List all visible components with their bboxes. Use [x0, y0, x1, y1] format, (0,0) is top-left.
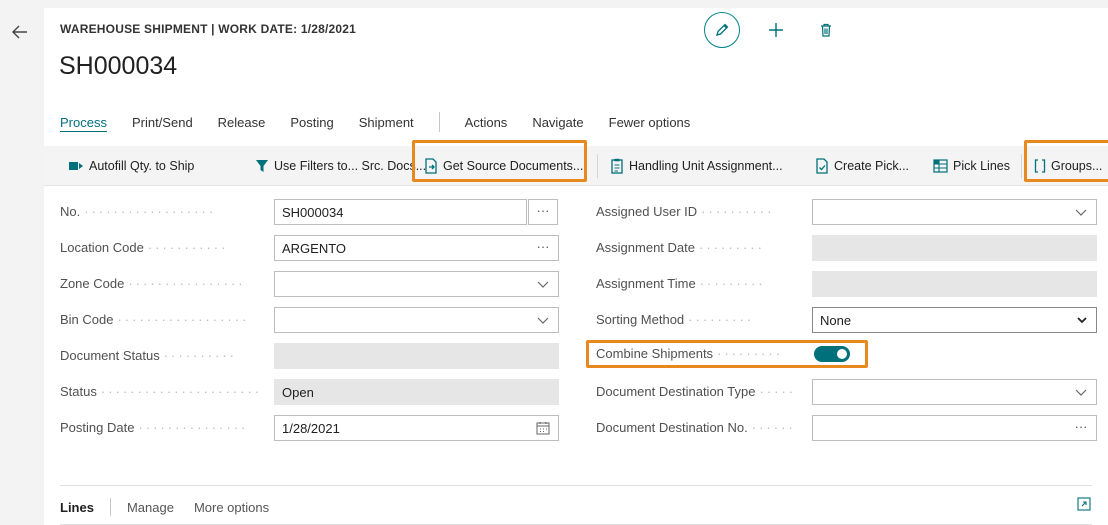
assignment-date-value: [812, 235, 1097, 261]
expand-lines-button[interactable]: [1077, 497, 1091, 516]
expand-icon: [1077, 497, 1091, 511]
action-menu-bar: Process Print/Send Release Posting Shipm…: [60, 112, 715, 132]
status-value: Open: [274, 379, 559, 405]
groups-button[interactable]: Groups...: [1034, 152, 1102, 180]
sorting-method-select[interactable]: None: [812, 307, 1097, 333]
action-divider: [597, 154, 598, 178]
location-code-lookup-button[interactable]: ···: [528, 236, 558, 260]
autofill-qty-button[interactable]: Autofill Qty. to Ship: [68, 152, 194, 180]
location-code-input[interactable]: ARGENTO ···: [274, 235, 559, 261]
groups-label: Groups...: [1051, 159, 1103, 173]
back-button[interactable]: [6, 18, 34, 46]
menu-release[interactable]: Release: [218, 115, 266, 130]
page: WAREHOUSE SHIPMENT | WORK DATE: 1/28/202…: [12, 8, 1108, 525]
handling-unit-assignment-button[interactable]: Handling Unit Assignment...: [610, 152, 783, 180]
autofill-icon: [69, 162, 83, 170]
no-lookup-button[interactable]: ···: [528, 199, 558, 225]
brackets-icon: [1034, 159, 1046, 173]
autofill-qty-label: Autofill Qty. to Ship: [89, 159, 195, 173]
pencil-icon: [716, 23, 729, 36]
filter-icon: [256, 160, 268, 172]
more-icon: ···: [536, 202, 550, 218]
lines-title[interactable]: Lines: [60, 500, 94, 515]
pick-lines-button[interactable]: Pick Lines: [933, 152, 1010, 180]
status-label: Status ······················: [60, 384, 263, 399]
lines-bar: Lines Manage More options: [60, 498, 289, 516]
lines-manage[interactable]: Manage: [127, 500, 174, 515]
combine-shipments-label: Combine Shipments ·········: [596, 346, 784, 361]
menu-print-send[interactable]: Print/Send: [132, 115, 193, 130]
toggle-knob: [837, 349, 847, 359]
lines-divider: [60, 485, 1092, 486]
action-divider: [1021, 154, 1022, 178]
assignment-date-label: Assignment Date ·········: [596, 240, 765, 255]
document-status-label: Document Status ··········: [60, 348, 238, 363]
lines-divider-bar: [109, 498, 111, 516]
page-caption: WAREHOUSE SHIPMENT | WORK DATE: 1/28/202…: [60, 22, 357, 36]
chevron-down-icon: [537, 317, 549, 324]
trash-icon: [821, 23, 831, 37]
assigned-user-id-input[interactable]: [812, 199, 1097, 225]
no-label: No. ··················: [60, 204, 217, 219]
menu-fewer-options[interactable]: Fewer options: [609, 115, 691, 130]
page-title: SH000034: [59, 52, 178, 80]
posting-date-label: Posting Date ···············: [60, 420, 249, 435]
clipboard-icon: [611, 158, 623, 174]
chevron-down-icon: [1075, 389, 1087, 396]
bin-code-label: Bin Code ··················: [60, 312, 250, 327]
document-destination-type-input[interactable]: [812, 379, 1097, 405]
lines-more-options[interactable]: More options: [194, 500, 269, 515]
document-destination-no-input[interactable]: ···: [812, 415, 1097, 441]
document-destination-type-label: Document Destination Type ·····: [596, 384, 797, 399]
get-source-documents-label: Get Source Documents...: [443, 159, 584, 173]
menu-divider: [438, 112, 440, 132]
chevron-down-icon: [1075, 209, 1087, 216]
create-pick-label: Create Pick...: [834, 159, 910, 173]
menu-actions[interactable]: Actions: [465, 115, 508, 130]
edit-button[interactable]: [704, 12, 740, 48]
chevron-down-icon: [1077, 317, 1087, 324]
chevron-down-icon: [537, 281, 549, 288]
combine-shipments-toggle[interactable]: [814, 346, 850, 362]
location-code-label: Location Code ···········: [60, 240, 229, 255]
posting-date-input[interactable]: 1/28/2021: [274, 415, 559, 441]
plus-icon: [769, 23, 783, 37]
create-pick-icon: [816, 158, 828, 174]
no-input[interactable]: SH000034: [274, 199, 527, 225]
menu-process[interactable]: Process: [60, 115, 107, 130]
use-filters-button[interactable]: Use Filters to... Src. Docs...: [255, 152, 426, 180]
more-icon: ···: [536, 238, 550, 254]
more-icon: ···: [1074, 418, 1088, 434]
create-pick-button[interactable]: Create Pick...: [815, 152, 909, 180]
top-actions: [704, 12, 840, 48]
assignment-time-label: Assignment Time ·········: [596, 276, 766, 291]
zone-code-label: Zone Code ················: [60, 276, 246, 291]
document-destination-no-label: Document Destination No. ······: [596, 420, 796, 435]
back-arrow-icon: [12, 25, 27, 39]
zone-code-input[interactable]: [274, 271, 559, 297]
bin-code-input[interactable]: [274, 307, 559, 333]
handling-unit-assignment-label: Handling Unit Assignment...: [629, 159, 783, 173]
pick-lines-label: Pick Lines: [953, 159, 1010, 173]
menu-navigate[interactable]: Navigate: [532, 115, 583, 130]
document-destination-no-lookup-button[interactable]: ···: [1066, 416, 1096, 440]
sorting-method-label: Sorting Method ·········: [596, 312, 755, 327]
get-source-documents-button[interactable]: Get Source Documents...: [424, 152, 583, 180]
delete-button[interactable]: [812, 16, 840, 44]
calendar-icon[interactable]: [536, 421, 550, 435]
menu-shipment[interactable]: Shipment: [359, 115, 414, 130]
assignment-time-value: [812, 271, 1097, 297]
get-documents-icon: [425, 158, 437, 174]
new-button[interactable]: [762, 16, 790, 44]
assigned-user-id-label: Assigned User ID ··········: [596, 204, 775, 219]
menu-posting[interactable]: Posting: [290, 115, 333, 130]
use-filters-label: Use Filters to... Src. Docs...: [274, 159, 427, 173]
document-status-value: [274, 343, 559, 369]
action-bar: Autofill Qty. to Ship Use Filters to... …: [44, 146, 1108, 186]
pick-lines-icon: [933, 159, 948, 173]
